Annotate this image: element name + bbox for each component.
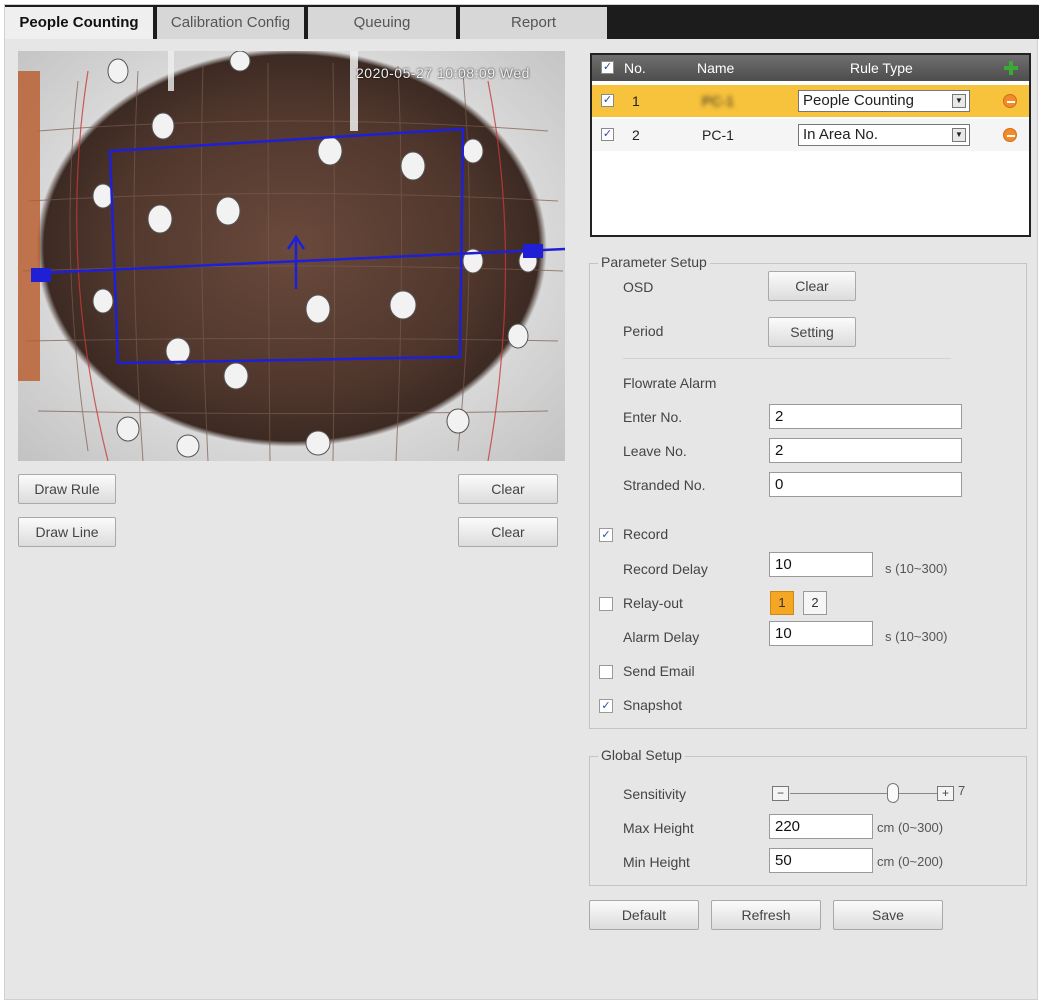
rule-row-checkbox[interactable]: ✓ <box>601 128 614 141</box>
rule-type-value: People Counting <box>803 92 914 109</box>
alarm-delay-unit: s (10~300) <box>885 629 948 644</box>
max-height-unit: cm (0~300) <box>877 820 944 835</box>
rule-type-select[interactable]: People Counting ▼ <box>798 90 970 112</box>
relay-option-2[interactable]: 2 <box>803 591 827 615</box>
tab-report[interactable]: Report <box>460 7 607 39</box>
remove-rule-icon[interactable] <box>1003 128 1017 142</box>
flowrate-alarm-label: Flowrate Alarm <box>623 375 717 391</box>
chevron-down-icon: ▼ <box>952 128 966 142</box>
draw-rule-button[interactable]: Draw Rule <box>18 474 116 504</box>
video-scene <box>18 51 565 461</box>
leave-no-label: Leave No. <box>623 443 687 459</box>
save-button[interactable]: Save <box>833 900 943 930</box>
rule-row-no: 2 <box>632 127 640 143</box>
sensitivity-decrease-button[interactable]: − <box>772 786 789 801</box>
record-checkbox[interactable]: ✓ <box>599 528 613 542</box>
draw-line-button[interactable]: Draw Line <box>18 517 116 547</box>
line-handle <box>31 268 51 282</box>
rule-row-name: PC-1 <box>702 127 734 143</box>
sensitivity-slider-track[interactable] <box>790 793 937 794</box>
header-no: No. <box>624 60 646 76</box>
tab-calibration-config[interactable]: Calibration Config <box>157 7 304 39</box>
default-button[interactable]: Default <box>589 900 699 930</box>
record-delay-unit: s (10~300) <box>885 561 948 576</box>
alarm-delay-label: Alarm Delay <box>623 629 700 645</box>
rule-row[interactable]: ✓ 2 PC-1 In Area No. ▼ <box>592 119 1029 151</box>
clear-line-button[interactable]: Clear <box>458 517 558 547</box>
relay-option-1[interactable]: 1 <box>770 591 794 615</box>
min-height-unit: cm (0~200) <box>877 854 944 869</box>
send-email-checkbox[interactable] <box>599 665 613 679</box>
chevron-down-icon: ▼ <box>952 94 966 108</box>
record-delay-input[interactable]: 10 <box>769 552 873 577</box>
enter-no-label: Enter No. <box>623 409 683 425</box>
sensitivity-value: 7 <box>958 783 966 798</box>
alarm-delay-input[interactable]: 10 <box>769 621 873 646</box>
divider <box>623 358 951 359</box>
enter-no-input[interactable]: 2 <box>769 404 962 429</box>
leave-no-input[interactable]: 2 <box>769 438 962 463</box>
min-height-label: Min Height <box>623 854 690 870</box>
stranded-no-input[interactable]: 0 <box>769 472 962 497</box>
sensitivity-label: Sensitivity <box>623 786 687 802</box>
max-height-input[interactable]: 220 <box>769 814 873 839</box>
rule-table: ✓ No. Name Rule Type ✓ 1 PC-1 People Cou… <box>590 53 1031 237</box>
stranded-no-label: Stranded No. <box>623 477 706 493</box>
rule-row-checkbox[interactable]: ✓ <box>601 94 614 107</box>
counting-line <box>37 247 565 275</box>
header-name: Name <box>697 60 735 76</box>
video-preview[interactable]: 2020-05-27 10:08:09 Wed <box>18 51 565 461</box>
period-setting-button[interactable]: Setting <box>768 317 856 347</box>
direction-arrow <box>286 234 306 289</box>
rule-type-value: In Area No. <box>803 126 879 143</box>
add-rule-icon[interactable] <box>1003 60 1019 76</box>
snapshot-label: Snapshot <box>623 697 683 713</box>
line-handle <box>523 244 543 258</box>
header-rule-type: Rule Type <box>850 60 913 76</box>
tab-queuing[interactable]: Queuing <box>308 7 456 39</box>
global-setup-title: Global Setup <box>598 747 685 763</box>
clear-rule-button[interactable]: Clear <box>458 474 558 504</box>
rule-row-no: 1 <box>632 93 640 109</box>
refresh-button[interactable]: Refresh <box>711 900 821 930</box>
rule-row[interactable]: ✓ 1 PC-1 People Counting ▼ <box>592 85 1029 117</box>
sensitivity-increase-button[interactable]: + <box>937 786 954 801</box>
osd-clear-button[interactable]: Clear <box>768 271 856 301</box>
select-all-checkbox[interactable]: ✓ <box>601 61 614 74</box>
rule-row-name: PC-1 <box>702 93 734 109</box>
record-label: Record <box>623 526 669 542</box>
relay-out-label: Relay-out <box>623 595 683 611</box>
snapshot-checkbox[interactable]: ✓ <box>599 699 613 713</box>
min-height-input[interactable]: 50 <box>769 848 873 873</box>
send-email-label: Send Email <box>623 663 695 679</box>
video-timestamp: 2020-05-27 10:08:09 Wed <box>356 65 530 81</box>
osd-label: OSD <box>623 279 654 295</box>
people-counting-page: People Counting Calibration Config Queui… <box>4 4 1039 1000</box>
relay-out-checkbox[interactable] <box>599 597 613 611</box>
max-height-label: Max Height <box>623 820 694 836</box>
rule-type-select[interactable]: In Area No. ▼ <box>798 124 970 146</box>
tab-people-counting[interactable]: People Counting <box>5 7 153 39</box>
sensitivity-slider-thumb[interactable] <box>886 783 899 803</box>
rule-table-header: ✓ No. Name Rule Type <box>592 55 1029 81</box>
parameter-setup-title: Parameter Setup <box>598 254 710 270</box>
record-delay-label: Record Delay <box>623 561 708 577</box>
remove-rule-icon[interactable] <box>1003 94 1017 108</box>
tab-bar: People Counting Calibration Config Queui… <box>5 5 1039 39</box>
period-label: Period <box>623 323 664 339</box>
